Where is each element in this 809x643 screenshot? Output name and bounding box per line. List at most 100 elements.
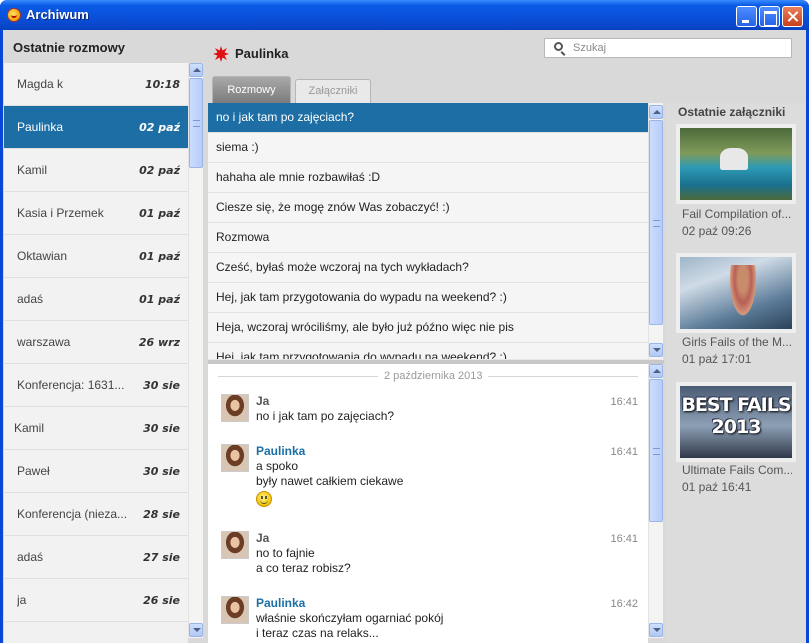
video-thumbnail-image — [680, 128, 792, 200]
contact-name: Paulinka — [235, 46, 289, 61]
maximize-button[interactable] — [759, 6, 780, 27]
conversation-date: 27 sie — [143, 551, 180, 564]
conversation-view: 2 października 2013 Ja 16:41 no i jak ta… — [208, 364, 648, 643]
conversation-date: 30 sie — [143, 422, 180, 435]
video-thumbnail-image: BEST FAILS 2013 — [680, 386, 792, 458]
chat-message: Ja 16:41 no to fajnie a co teraz robisz? — [218, 531, 638, 579]
client-area: Ostatnie rozmowy Magda k 10:18 Paulinka 02… — [3, 30, 806, 643]
conversation-date: 26 wrz — [138, 336, 180, 349]
scroll-up-arrow-icon[interactable] — [649, 105, 663, 119]
scroll-up-arrow-icon[interactable] — [649, 364, 663, 378]
attachment-thumbnail[interactable] — [676, 253, 796, 333]
message-line: były nawet całkiem ciekawe — [256, 474, 404, 488]
conversation-item[interactable]: adaś 27 sie — [4, 536, 188, 579]
recent-conversations-title: Ostatnie rozmowy — [13, 40, 125, 55]
conversation-item[interactable]: ja 26 sie — [4, 579, 188, 622]
conversation-item-selected[interactable]: Paulinka 02 paź — [4, 106, 188, 149]
message-line: a spoko — [256, 459, 299, 473]
chat-message: Paulinka 16:42 właśnie skończyłam ogarni… — [218, 596, 638, 643]
message-time: 16:41 — [610, 396, 638, 408]
chat-message: Ja 16:41 no i jak tam po zajęciach? — [218, 394, 638, 434]
conversation-name: Paulinka — [17, 120, 64, 134]
conversation-item[interactable]: Konferencja: 1631... 30 sie — [4, 364, 188, 407]
scrollbar-thumb[interactable] — [649, 379, 663, 522]
avatar — [221, 531, 249, 559]
conversation-item[interactable]: adaś 01 paź — [4, 278, 188, 321]
scroll-down-arrow-icon[interactable] — [189, 623, 203, 637]
message-row-selected[interactable]: no i jak tam po zajęciach? — [208, 103, 648, 133]
app-logo-icon — [7, 8, 21, 22]
date-separator-label: 2 października 2013 — [378, 370, 489, 382]
message-text: właśnie skończyłam ogarniać pokój i tera… — [256, 611, 443, 641]
conversation-item[interactable]: Konferencja (nieza... 28 sie — [4, 493, 188, 536]
recent-attachments-panel: Ostatnie załączniki Fail Compilation of.… — [666, 103, 806, 643]
smiley-icon — [256, 491, 272, 507]
conversation-date: 28 sie — [143, 508, 180, 521]
app-window: Archiwum Ostatnie rozmowy Magda k 10:18 P… — [0, 0, 809, 643]
attachment-date: 01 paź 17:01 — [682, 352, 752, 366]
window-title: Archiwum — [26, 7, 89, 22]
scroll-up-arrow-icon[interactable] — [189, 63, 203, 77]
message-row[interactable]: Hej, jak tam przygotowania do wypadu na … — [208, 343, 648, 359]
conversation-date: 02 paź — [139, 121, 180, 134]
conversation-item[interactable]: warszawa 26 wrz — [4, 321, 188, 364]
conversation-item[interactable]: Paweł 30 sie — [4, 450, 188, 493]
date-separator: 2 października 2013 — [218, 370, 638, 382]
conversation-item[interactable]: Magda k 10:18 — [4, 63, 188, 106]
attachment-name[interactable]: Girls Fails of the M... — [682, 335, 792, 349]
thumbnail-caption-line: BEST FAILS — [681, 394, 791, 416]
title-bar[interactable]: Archiwum — [0, 0, 809, 30]
search-icon — [554, 42, 563, 51]
message-list-scrollbar[interactable] — [648, 103, 663, 359]
message-row[interactable]: Heja, wczoraj wróciliśmy, ale było już p… — [208, 313, 648, 343]
conversation-item[interactable]: Kamil 02 paź — [4, 149, 188, 192]
message-line: właśnie skończyłam ogarniać pokój — [256, 611, 444, 625]
message-row[interactable]: Cześć, byłaś może wczoraj na tych wykład… — [208, 253, 648, 283]
attachment-thumbnail[interactable] — [676, 124, 796, 204]
thumbnail-caption-line: 2013 — [711, 416, 762, 438]
tab-conversations[interactable]: Rozmowy — [212, 76, 291, 103]
tab-attachments[interactable]: Załączniki — [295, 79, 371, 103]
conversation-item[interactable]: Kamil 30 sie — [4, 407, 188, 450]
conversation-item[interactable]: Oktawian 01 paź — [4, 235, 188, 278]
scroll-down-arrow-icon[interactable] — [649, 343, 663, 357]
conversation-item[interactable]: Kasia i Przemek 01 paź — [4, 192, 188, 235]
sender-name: Ja — [256, 531, 270, 545]
attachment-name[interactable]: Ultimate Fails Com... — [682, 463, 792, 477]
conversation-date: 01 paź — [139, 293, 180, 306]
message-time: 16:41 — [610, 533, 638, 545]
message-list: no i jak tam po zajęciach? siema :) haha… — [208, 103, 648, 359]
message-row[interactable]: Rozmowa — [208, 223, 648, 253]
conversation-name: Oktawian — [17, 249, 68, 263]
conversation-name: Kamil — [17, 163, 48, 177]
attachment-date: 02 paź 09:26 — [682, 224, 752, 238]
video-thumbnail-image — [680, 257, 792, 329]
conversation-name: Kasia i Przemek — [17, 206, 104, 220]
message-time: 16:41 — [610, 446, 638, 458]
conversation-date: 26 sie — [143, 594, 180, 607]
scrollbar-thumb[interactable] — [189, 78, 203, 168]
close-button[interactable] — [782, 6, 803, 27]
conversation-date: 01 paź — [139, 250, 180, 263]
search-box[interactable] — [544, 38, 792, 58]
minimize-button[interactable] — [736, 6, 757, 27]
scrollbar-thumb[interactable] — [649, 120, 663, 325]
conversation-name: adaś — [17, 292, 44, 306]
search-input[interactable] — [573, 40, 783, 56]
message-row[interactable]: Ciesze się, że mogę znów Was zobaczyć! :… — [208, 193, 648, 223]
recent-attachments-title: Ostatnie załączniki — [678, 105, 786, 119]
message-row[interactable]: siema :) — [208, 133, 648, 163]
message-row[interactable]: Hej, jak tam przygotowania do wypadu na … — [208, 283, 648, 313]
message-line: i teraz czas na relaks... — [256, 626, 379, 640]
conversation-list-scrollbar[interactable] — [188, 63, 203, 638]
attachment-thumbnail[interactable]: BEST FAILS 2013 — [676, 382, 796, 462]
sender-name: Paulinka — [256, 444, 306, 458]
message-row[interactable]: hahaha ale mnie rozbawiłaś :D — [208, 163, 648, 193]
attachment-name[interactable]: Fail Compilation of... — [682, 207, 792, 221]
conversation-name: Paweł — [17, 464, 50, 478]
conversation-name: Kamil — [14, 421, 45, 435]
conversation-name: adaś — [17, 550, 44, 564]
message-text: no i jak tam po zajęciach? — [256, 409, 394, 424]
conversation-scrollbar[interactable] — [648, 364, 663, 638]
scroll-down-arrow-icon[interactable] — [649, 623, 663, 637]
